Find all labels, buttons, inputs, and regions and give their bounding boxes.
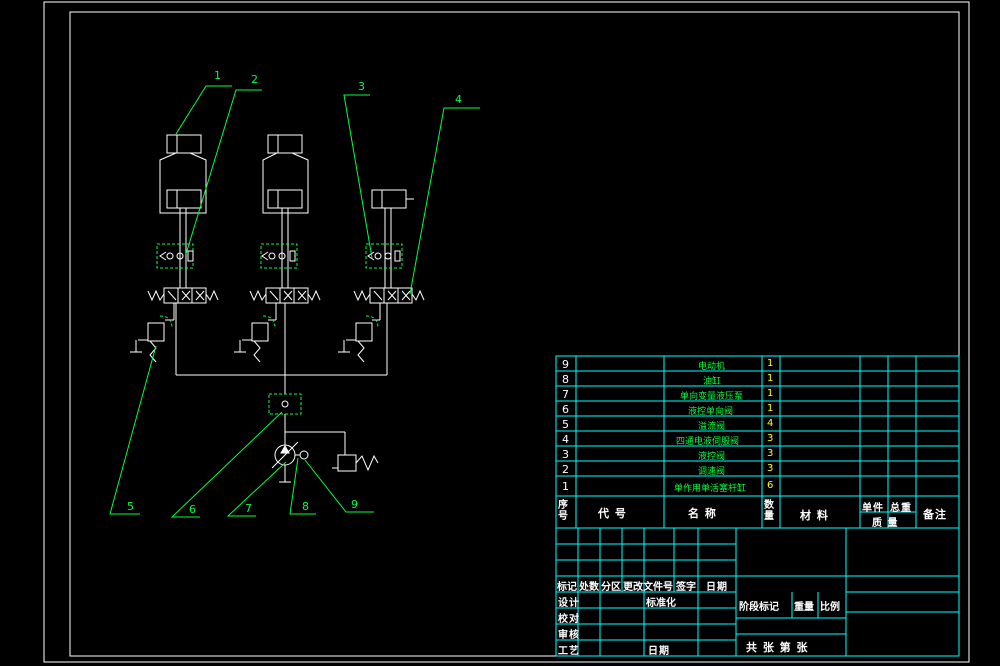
bom-row-qty: 6 bbox=[767, 480, 774, 491]
bom-row-name: 电动机 bbox=[698, 362, 726, 372]
circuit-3 bbox=[338, 189, 425, 375]
cylinder-2-lower bbox=[267, 189, 303, 209]
tb-process: 工艺 bbox=[558, 646, 580, 657]
tb-sheets: 共 张 第 张 bbox=[746, 641, 809, 654]
bom-row-qty: 3 bbox=[767, 463, 774, 474]
tb-date: 日期 bbox=[706, 582, 728, 593]
cylinder-2-upper bbox=[267, 134, 303, 154]
bom-row-no: 8 bbox=[562, 373, 569, 386]
system-relief-valve bbox=[337, 454, 357, 472]
bom-row-no: 9 bbox=[562, 358, 569, 371]
tb-count: 处数 bbox=[579, 582, 599, 593]
tb-zone: 分区 bbox=[601, 582, 621, 593]
tb-approval-date: 日期 bbox=[648, 646, 670, 657]
bom-row-qty: 3 bbox=[767, 448, 774, 459]
bom-row-no: 4 bbox=[562, 433, 569, 446]
cad-drawing-canvas bbox=[43, 1, 970, 663]
circuit-2 bbox=[234, 134, 321, 394]
bom-row-qty: 1 bbox=[767, 373, 774, 384]
cylinder-3-upper bbox=[371, 189, 407, 209]
tb-standardization: 标准化 bbox=[646, 598, 676, 609]
bom-header-material: 材 料 bbox=[800, 509, 829, 522]
callout-label: 7 bbox=[245, 502, 252, 515]
bom-row-name: 调速阀 bbox=[698, 467, 726, 477]
bom-row-name: 单作用单活塞杆缸 bbox=[674, 484, 747, 494]
callout-label: 8 bbox=[302, 500, 309, 513]
callout-label: 4 bbox=[455, 93, 462, 106]
tb-weight: 重量 bbox=[794, 602, 814, 613]
bom-row-no: 5 bbox=[562, 418, 569, 431]
callout-label: 6 bbox=[189, 503, 196, 516]
tb-mark: 标记 bbox=[557, 582, 577, 593]
bom-row-no: 2 bbox=[562, 463, 569, 476]
bom-header-mass: 质 量 bbox=[872, 518, 899, 529]
callout-label: 5 bbox=[127, 500, 134, 513]
bom-row-name: 液控阀 bbox=[698, 452, 726, 462]
bom-header-qty: 数量 bbox=[764, 500, 775, 522]
hydraulic-schematic bbox=[130, 134, 425, 483]
bom-row-name: 溢流阀 bbox=[698, 422, 726, 432]
callout-label: 1 bbox=[214, 69, 221, 82]
tb-check: 校对 bbox=[558, 614, 580, 625]
tb-scale: 比例 bbox=[820, 602, 840, 613]
tb-stage-mark: 阶段标记 bbox=[739, 602, 779, 613]
relief-valve-3 bbox=[355, 322, 373, 342]
bom-row-name: 四通电液伺服阀 bbox=[676, 437, 740, 447]
bom-header-unit-mass: 单件 bbox=[862, 503, 884, 514]
tb-design: 设计 bbox=[558, 598, 580, 609]
bom-row-no: 3 bbox=[562, 448, 569, 461]
callout-label: 3 bbox=[358, 80, 365, 93]
bom-row-name: 油缸 bbox=[703, 377, 722, 387]
pilot-check-valve bbox=[268, 393, 302, 415]
bom-row-qty: 1 bbox=[767, 403, 774, 414]
tb-signature: 签字 bbox=[676, 582, 696, 593]
bom-header-remarks: 备注 bbox=[923, 508, 947, 521]
bom-row-qty: 4 bbox=[767, 418, 774, 429]
bom-row-qty: 1 bbox=[767, 358, 774, 369]
callout-label: 9 bbox=[351, 498, 358, 511]
bom-row-no: 6 bbox=[562, 403, 569, 416]
bom-row-no: 7 bbox=[562, 388, 569, 401]
relief-valve-2 bbox=[251, 322, 269, 342]
bom-header-code: 代 号 bbox=[598, 507, 627, 520]
bom-row-name: 单向变量液压泵 bbox=[680, 392, 744, 402]
callout-label: 2 bbox=[251, 73, 258, 86]
bom-header-total-mass: 总重 bbox=[890, 503, 912, 514]
cylinder-1-lower bbox=[166, 189, 202, 209]
bom-row-no: 1 bbox=[562, 480, 569, 493]
electric-motor bbox=[299, 450, 309, 460]
bom-row-name: 液控单向阀 bbox=[688, 407, 734, 417]
cylinder-1-upper bbox=[166, 134, 202, 154]
bom-header-no: 序号 bbox=[558, 500, 569, 522]
relief-valve-1 bbox=[147, 322, 165, 342]
bom-row-qty: 3 bbox=[767, 433, 774, 444]
circuit-1 bbox=[130, 134, 219, 375]
tb-change-doc: 更改文件号 bbox=[623, 582, 673, 593]
bom-row-qty: 1 bbox=[767, 388, 774, 399]
bom-header-name: 名 称 bbox=[688, 507, 717, 520]
tb-review: 审核 bbox=[558, 630, 580, 641]
drawing-frame bbox=[43, 1, 970, 663]
